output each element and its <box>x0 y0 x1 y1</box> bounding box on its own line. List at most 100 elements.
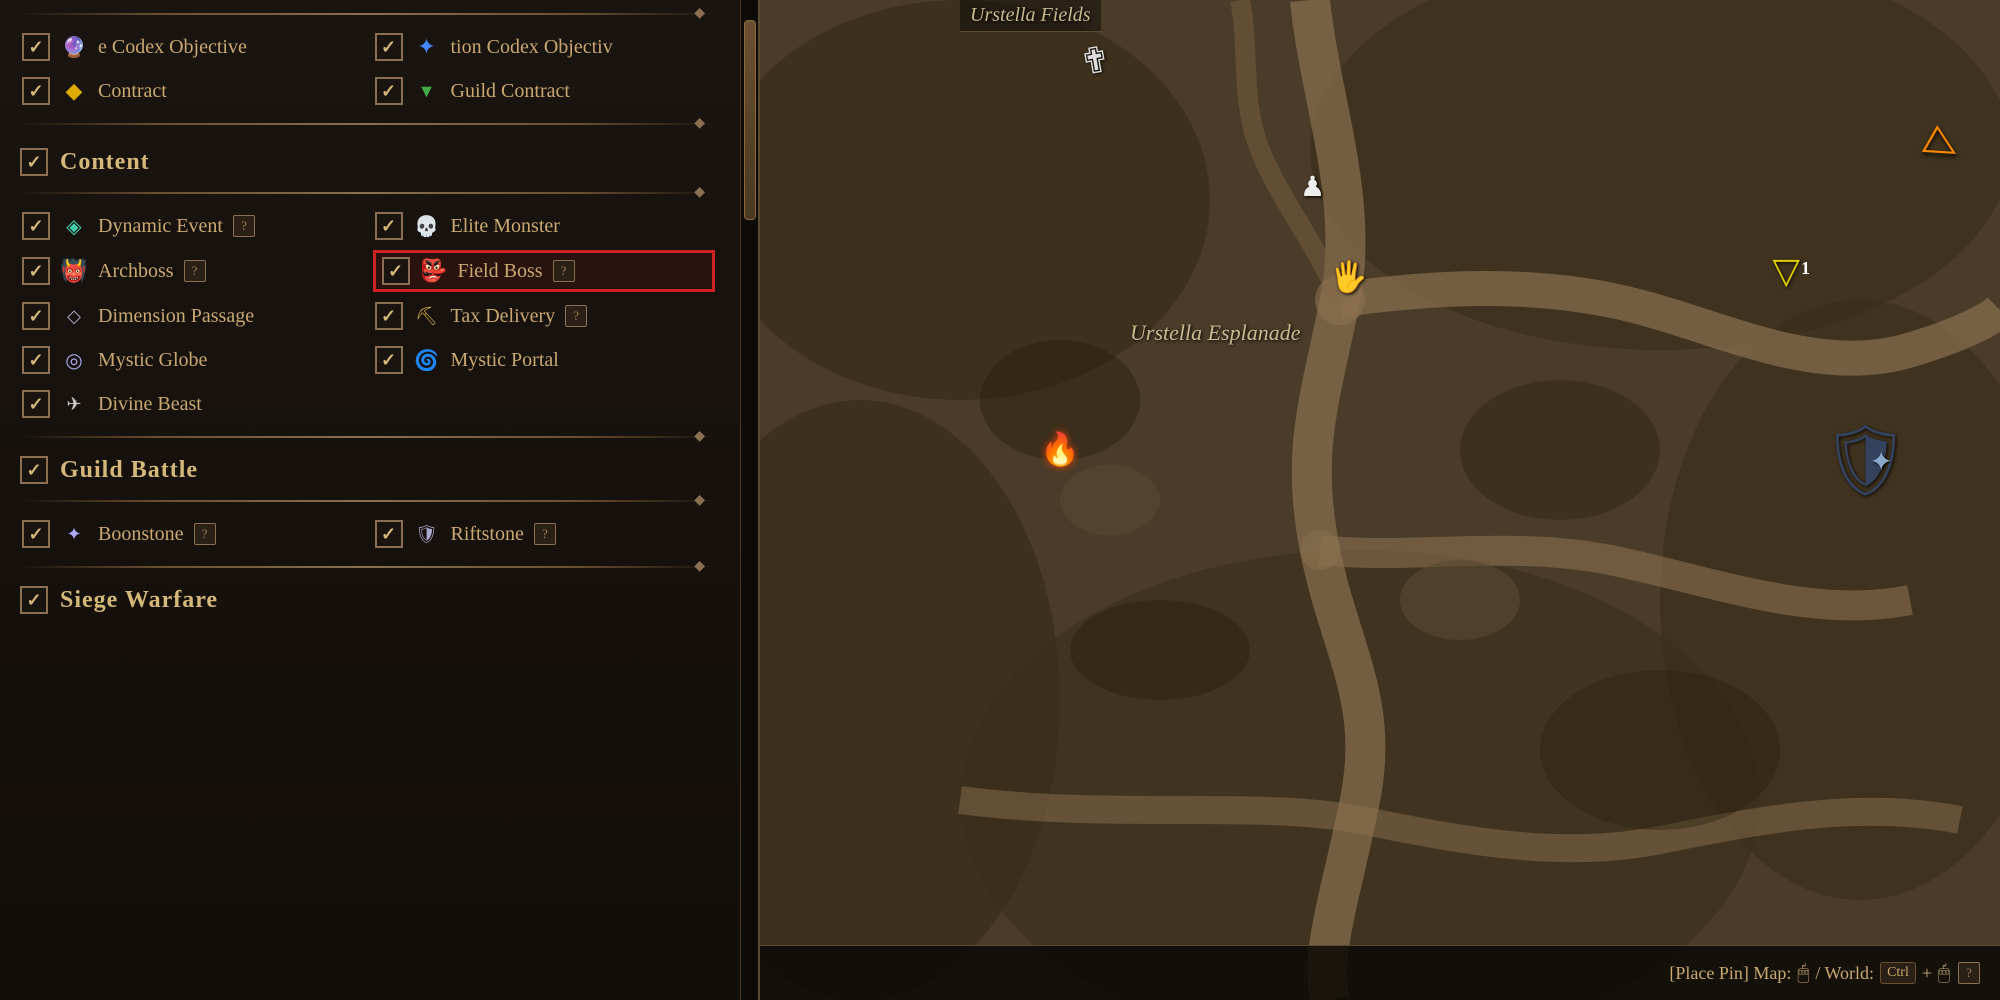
checkbox-siege-warfare[interactable] <box>20 586 48 614</box>
checkbox-mystic-portal[interactable] <box>375 346 403 374</box>
ctrl-key: Ctrl <box>1880 962 1916 984</box>
checkbox-field-boss[interactable] <box>382 257 410 285</box>
guild-battle-items: ✦ Boonstone ? 🛡 Riftstone ? <box>20 510 715 558</box>
contract-icon: ◆ <box>58 75 90 107</box>
bottom-help-icon[interactable]: ? <box>1958 962 1980 984</box>
content-header: Content <box>20 138 715 184</box>
scrollbar-thumb[interactable] <box>744 20 756 220</box>
checkbox-elite-monster[interactable] <box>375 212 403 240</box>
dimension-passage-label: Dimension Passage <box>98 305 254 328</box>
list-item[interactable]: ✦ Boonstone ? <box>20 514 363 554</box>
checkbox-content[interactable] <box>20 148 48 176</box>
map-icon-number1[interactable]: 1 <box>1801 258 1810 279</box>
dimension-passage-icon: ◇ <box>58 300 90 332</box>
checkbox-tax-delivery[interactable] <box>375 302 403 330</box>
archboss-label: Archboss <box>98 260 174 283</box>
map-terrain-svg <box>760 0 2000 1000</box>
mystic-portal-label: Mystic Portal <box>451 349 559 372</box>
targets-items: 🔮 e Codex Objective ✦ tion Codex Objecti… <box>20 23 715 115</box>
bottom-bar: [Place Pin] Map: 🖱 / World: Ctrl + 🖱 ? <box>760 945 2000 1000</box>
action-codex-label: tion Codex Objectiv <box>451 36 613 59</box>
tax-delivery-icon: ⛏ <box>411 300 443 332</box>
boonstone-icon: ✦ <box>58 518 90 550</box>
checkbox-boonstone[interactable] <box>22 520 50 548</box>
divine-beast-icon: ✈ <box>58 388 90 420</box>
checkbox-action-codex[interactable] <box>375 33 403 61</box>
map-icon-guild-shield[interactable]: 🛡 <box>1821 420 1910 502</box>
targets-divider <box>20 13 715 15</box>
action-codex-icon: ✦ <box>411 31 443 63</box>
list-item[interactable]: ◇ Dimension Passage <box>20 296 363 336</box>
content-label: Content <box>60 149 150 176</box>
checkbox-codex-objective[interactable] <box>22 33 50 61</box>
list-item[interactable]: ✦ tion Codex Objectiv <box>373 27 716 67</box>
divider2 <box>20 123 715 125</box>
map-icon-figure3[interactable]: 🖐 <box>1330 260 1367 295</box>
mystic-globe-label: Mystic Globe <box>98 349 207 372</box>
list-item[interactable]: ◎ Mystic Globe <box>20 340 363 380</box>
scrollbar[interactable] <box>740 0 758 1000</box>
list-item[interactable]: 👹 Archboss ? <box>20 250 363 292</box>
codex-objective-icon: 🔮 <box>58 31 90 63</box>
targets-section: 🔮 e Codex Objective ✦ tion Codex Objecti… <box>20 0 715 138</box>
checkbox-guild-battle[interactable] <box>20 456 48 484</box>
list-item[interactable]: ✈ Divine Beast <box>20 384 363 424</box>
guild-battle-divider-bottom <box>20 500 715 502</box>
field-boss-row[interactable]: 👺 Field Boss ? <box>373 250 716 292</box>
checkbox-guild-contract[interactable] <box>375 77 403 105</box>
checkbox-riftstone[interactable] <box>375 520 403 548</box>
list-item[interactable]: ◈ Dynamic Event ? <box>20 206 363 246</box>
map-panel: Urstella Fields Urstella Esplanade ✟ ♟ 🖐… <box>760 0 2000 1000</box>
mystic-portal-icon: 🌀 <box>411 344 443 376</box>
checkbox-contract[interactable] <box>22 77 50 105</box>
tax-delivery-label: Tax Delivery <box>451 305 556 328</box>
divine-beast-label: Divine Beast <box>98 393 202 416</box>
boonstone-help[interactable]: ? <box>194 523 216 545</box>
list-item[interactable]: 💀 Elite Monster <box>373 206 716 246</box>
map-icon-figure2[interactable]: ♟ <box>1300 170 1325 204</box>
checkbox-divine-beast[interactable] <box>22 390 50 418</box>
list-item[interactable]: ⛏ Tax Delivery ? <box>373 296 716 336</box>
list-item[interactable]: 🔮 e Codex Objective <box>20 27 363 67</box>
archboss-icon: 👹 <box>58 255 90 287</box>
siege-warfare-header: Siege Warfare <box>20 576 715 622</box>
riftstone-label: Riftstone <box>451 523 524 546</box>
list-item[interactable]: 🛡 Riftstone ? <box>373 514 716 554</box>
mouse-icon: 🖱 <box>1797 962 1809 985</box>
siege-warfare-label: Siege Warfare <box>60 587 218 614</box>
guild-battle-divider-top <box>20 436 715 438</box>
elite-monster-label: Elite Monster <box>451 215 560 238</box>
map-background: Urstella Fields Urstella Esplanade ✟ ♟ 🖐… <box>760 0 2000 1000</box>
map-icon-shield-cross: ✦ <box>1870 445 1893 479</box>
riftstone-icon: 🛡 <box>411 518 443 550</box>
archboss-help[interactable]: ? <box>184 260 206 282</box>
dynamic-event-label: Dynamic Event <box>98 215 223 238</box>
riftstone-help[interactable]: ? <box>534 523 556 545</box>
checkbox-archboss[interactable] <box>22 257 50 285</box>
left-panel: 🔮 e Codex Objective ✦ tion Codex Objecti… <box>0 0 760 1000</box>
slash-label: / World: <box>1815 963 1874 984</box>
guild-battle-label: Guild Battle <box>60 457 198 484</box>
checkbox-dynamic-event[interactable] <box>22 212 50 240</box>
place-pin-label: [Place Pin] Map: <box>1669 963 1791 984</box>
guild-contract-label: Guild Contract <box>451 80 570 103</box>
checkbox-mystic-globe[interactable] <box>22 346 50 374</box>
field-boss-label: Field Boss <box>458 260 543 283</box>
dynamic-event-help[interactable]: ? <box>233 215 255 237</box>
codex-objective-label: e Codex Objective <box>98 36 247 59</box>
list-item[interactable]: ▼ Guild Contract <box>373 71 716 111</box>
list-item[interactable]: 🌀 Mystic Portal <box>373 340 716 380</box>
mouse-icon2: 🖱 <box>1938 962 1950 985</box>
map-icon-triangle[interactable]: ▽ <box>1772 250 1800 292</box>
list-item[interactable]: ◆ Contract <box>20 71 363 111</box>
checkbox-dimension-passage[interactable] <box>22 302 50 330</box>
siege-warfare-divider-top <box>20 566 715 568</box>
map-icon-campfire[interactable]: 🔥 <box>1040 430 1080 468</box>
tax-delivery-help[interactable]: ? <box>565 305 587 327</box>
field-boss-help[interactable]: ? <box>553 260 575 282</box>
content-divider <box>20 192 715 194</box>
guild-contract-icon: ▼ <box>411 75 443 107</box>
guild-battle-header: Guild Battle <box>20 446 715 492</box>
content-items: ◈ Dynamic Event ? 💀 Elite Monster 👹 Arch… <box>20 202 715 428</box>
elite-monster-icon: 💀 <box>411 210 443 242</box>
